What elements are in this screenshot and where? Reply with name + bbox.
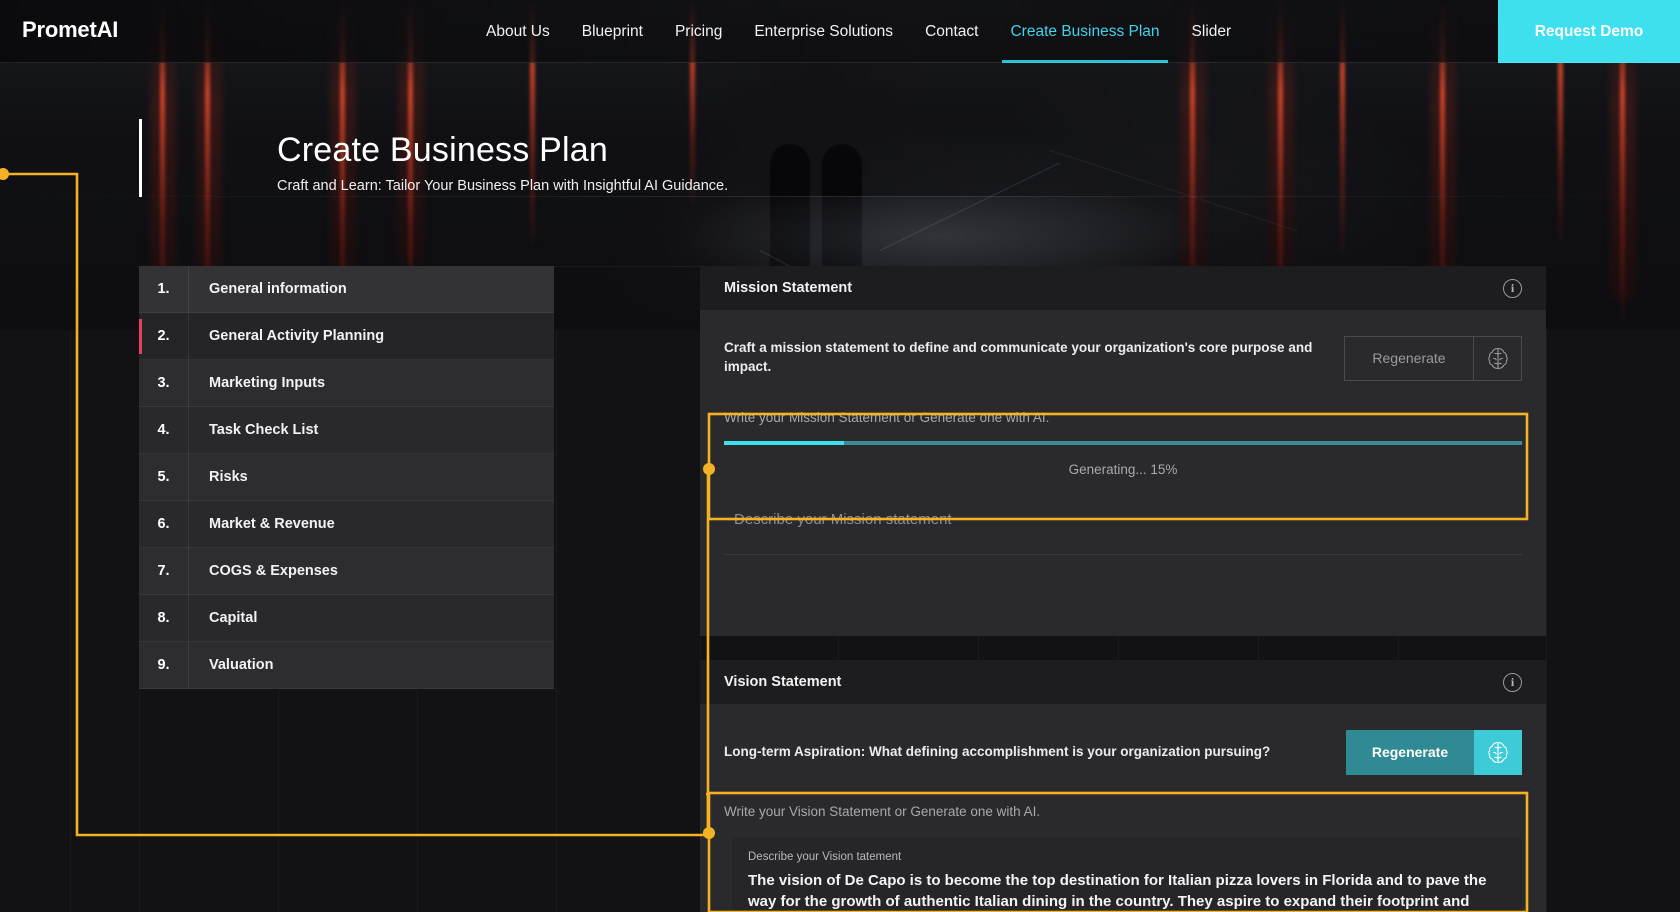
vision-answer-label: Describe your Vision tatement [748,851,902,863]
sidebar-step-1[interactable]: 1. General information [139,265,554,313]
page-root: PrometAI About Us Blueprint Pricing Ente… [0,0,1680,912]
mission-prompt-text: Craft a mission statement to define and … [724,340,1313,374]
nav-link-contact[interactable]: Contact [909,0,994,63]
vision-field-hint: Write your Vision Statement or Generate … [724,804,1041,819]
nav-link-slider[interactable]: Slider [1176,0,1248,63]
request-demo-button[interactable]: Request Demo [1498,0,1680,63]
vision-answer-text: The vision of De Capo is to become the t… [748,872,1487,911]
mission-panel-title: Mission Statement [724,280,853,296]
step-label: General information [209,281,347,297]
info-circle-icon[interactable]: i [1503,278,1522,298]
vision-regenerate-button[interactable]: Regenerate [1346,729,1522,775]
vision-statement-field: Write your Vision Statement or Generate … [700,778,1546,912]
step-label: Marketing Inputs [209,375,326,391]
mission-progress: Generating... 15% [724,425,1522,477]
step-label: Task Check List [209,422,319,438]
info-circle-icon[interactable]: i [1503,672,1522,692]
vision-answer-box[interactable]: Describe your Vision tatement The vision… [732,837,1522,912]
step-number: 8. [157,610,170,626]
mission-prompt-row: Craft a mission statement to define and … [700,310,1546,384]
steps-sidebar: 1. General information 2. General Activi… [139,265,554,689]
step-number: 5. [157,469,170,485]
sidebar-step-7[interactable]: 7. COGS & Expenses [139,547,554,595]
progress-fill [724,441,844,445]
mission-progress-label: Generating... 15% [1068,461,1178,477]
step-label: Risks [209,469,248,485]
vision-statement-panel: Vision Statement i Long-term Aspiration:… [700,660,1546,912]
step-number: 2. [157,328,170,344]
step-label: Valuation [209,657,274,673]
nav-link-enterprise-solutions[interactable]: Enterprise Solutions [738,0,909,63]
mission-regenerate-label: Regenerate [1372,350,1446,366]
sidebar-step-6[interactable]: 6. Market & Revenue [139,500,554,548]
mission-textarea[interactable]: Describe your Mission statement [724,477,1522,528]
page-title: Create Business Plan [277,131,608,169]
nav-link-pricing[interactable]: Pricing [659,0,738,63]
step-number: 1. [157,281,170,297]
active-step-marker [139,319,142,354]
step-number: 3. [157,375,170,391]
progress-track [724,441,1522,445]
sidebar-step-8[interactable]: 8. Capital [139,594,554,642]
mission-field-separator [724,553,1522,555]
step-label: Capital [209,610,258,626]
brand-logo[interactable]: PrometAI [22,17,118,43]
step-label: General Activity Planning [209,328,385,344]
sidebar-step-5[interactable]: 5. Risks [139,453,554,501]
mission-panel-header: Mission Statement i [700,266,1546,310]
step-number: 4. [157,422,170,438]
hero-accent-rule [139,119,142,197]
ai-brain-icon [1474,729,1522,775]
nav-link-about-us[interactable]: About Us [470,0,566,63]
step-number: 6. [157,516,170,532]
nav-link-create-business-plan[interactable]: Create Business Plan [994,0,1175,63]
mission-generating-field: Write your Mission Statement or Generate… [700,384,1546,555]
mission-field-hint: Write your Mission Statement or Generate… [724,410,1050,425]
vision-prompt-text: Long-term Aspiration: What defining acco… [724,743,1271,759]
vision-panel-header: Vision Statement i [700,660,1546,704]
nav-link-blueprint[interactable]: Blueprint [566,0,659,63]
step-label: COGS & Expenses [209,563,338,579]
top-navigation-bar: PrometAI About Us Blueprint Pricing Ente… [0,0,1680,63]
ai-brain-icon [1473,336,1521,380]
sidebar-step-9[interactable]: 9. Valuation [139,641,554,689]
mission-statement-panel: Mission Statement i Craft a mission stat… [700,266,1546,636]
page-subtitle: Craft and Learn: Tailor Your Business Pl… [277,178,729,194]
sidebar-step-2[interactable]: 2. General Activity Planning [139,312,554,360]
vision-regenerate-label: Regenerate [1346,729,1474,775]
sidebar-step-4[interactable]: 4. Task Check List [139,406,554,454]
step-label: Market & Revenue [209,516,335,532]
nav-links: About Us Blueprint Pricing Enterprise So… [470,0,1247,63]
mission-regenerate-button[interactable]: Regenerate [1344,335,1522,381]
step-number: 7. [157,563,170,579]
vision-prompt-row: Long-term Aspiration: What defining acco… [700,704,1546,778]
sidebar-step-3[interactable]: 3. Marketing Inputs [139,359,554,407]
vision-panel-title: Vision Statement [724,674,842,690]
step-number: 9. [157,657,170,673]
